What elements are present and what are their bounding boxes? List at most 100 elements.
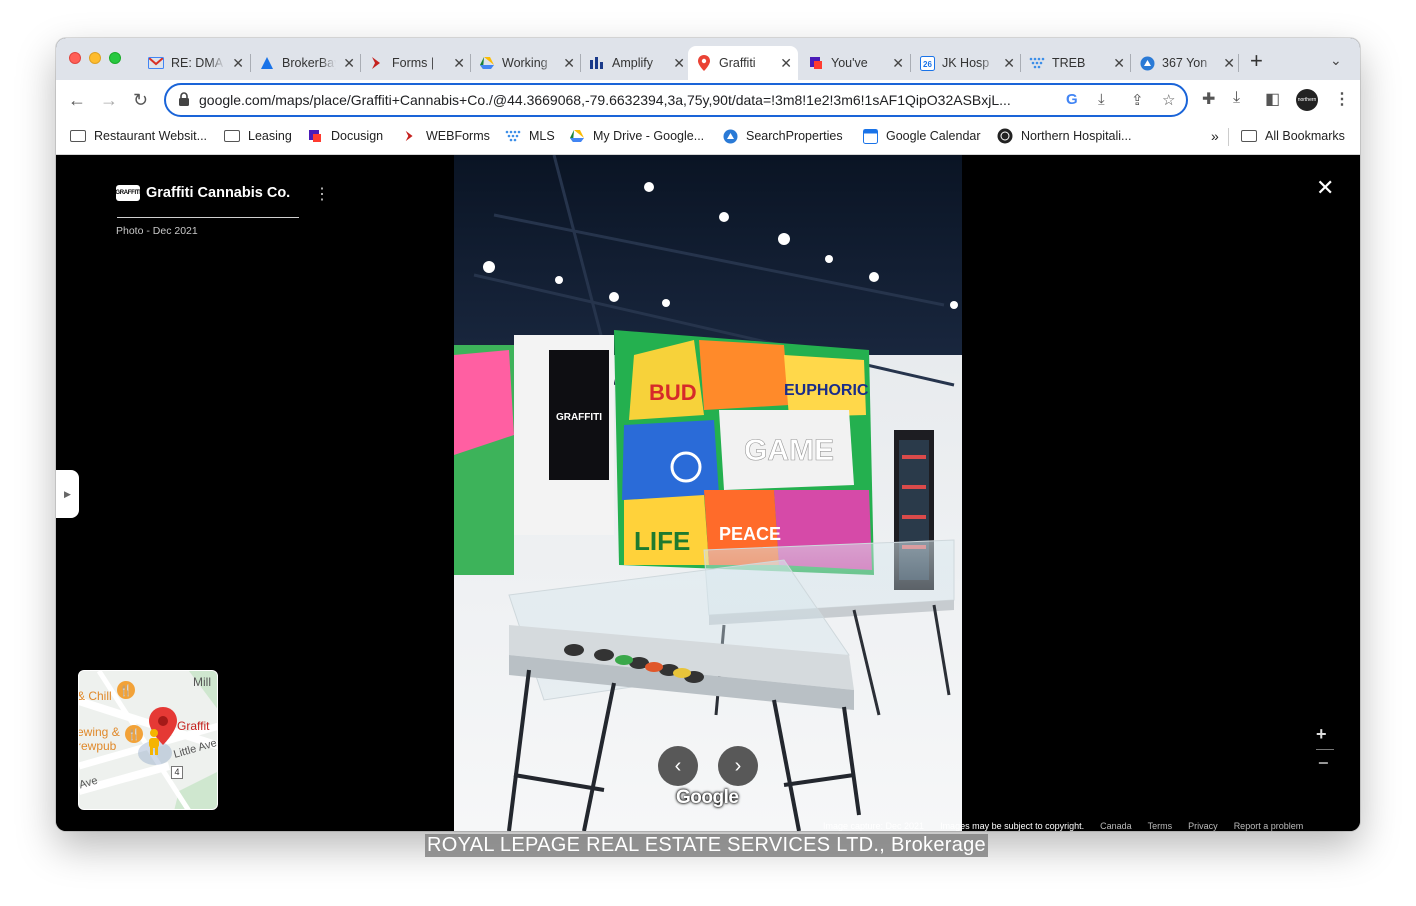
tab-working[interactable]: Working ✕: [471, 46, 581, 80]
copyright-notice: Images may be subject to copyright.: [940, 821, 1085, 831]
brokerbay-icon: [259, 55, 275, 71]
tab-close-icon[interactable]: ✕: [673, 55, 685, 71]
bookmark-mls[interactable]: MLS: [505, 129, 555, 143]
searchproperties-icon: [1139, 55, 1155, 71]
zoom-divider: [1316, 749, 1334, 750]
tab-close-icon[interactable]: ✕: [1003, 55, 1015, 71]
brewpub-pin-icon[interactable]: 🍴: [125, 725, 143, 743]
url-text[interactable]: google.com/maps/place/Graffiti+Cannabis+…: [199, 92, 1054, 108]
webforms-icon: [369, 55, 385, 71]
privacy-link[interactable]: Privacy: [1188, 821, 1218, 831]
address-bar[interactable]: google.com/maps/place/Graffiti+Cannabis+…: [164, 83, 1188, 117]
map-label-graffiti: Graffit: [177, 719, 210, 733]
tab-close-icon[interactable]: ✕: [1223, 55, 1235, 71]
photo-illustration: GRAFFITI BUD EUPHORIC GAME LIFE PEACE: [454, 155, 962, 831]
tab-close-icon[interactable]: ✕: [780, 55, 792, 71]
tab-title: RE: DMA: [171, 56, 224, 70]
tab-gmail[interactable]: RE: DMA ✕: [140, 46, 250, 80]
bookmarks-overflow-button[interactable]: »: [1211, 128, 1219, 144]
next-photo-button[interactable]: ›: [718, 746, 758, 786]
forward-arrow-icon[interactable]: →: [100, 89, 118, 111]
lock-icon[interactable]: [178, 92, 190, 106]
tab-close-icon[interactable]: ✕: [232, 55, 244, 71]
restaurant-pin-icon[interactable]: 🍴: [117, 681, 135, 699]
tab-search-chevron-icon[interactable]: ⌄: [1330, 52, 1342, 69]
install-app-icon[interactable]: ⤓: [1098, 91, 1105, 108]
svg-text:LIFE: LIFE: [634, 526, 690, 556]
maximize-window-button[interactable]: [109, 52, 121, 64]
bookmark-northern-hospitality[interactable]: Northern Hospitali...: [997, 128, 1131, 144]
bookmark-leasing[interactable]: Leasing: [224, 129, 292, 143]
all-bookmarks-button[interactable]: All Bookmarks: [1241, 129, 1345, 143]
google-logo: Google: [676, 787, 739, 808]
tab-jk-hosp[interactable]: 26 JK Hosp ✕: [911, 46, 1021, 80]
bookmark-docusign[interactable]: Docusign: [307, 129, 383, 143]
zoom-out-button[interactable]: −: [1318, 753, 1329, 774]
google-drive-icon: [569, 129, 585, 143]
back-arrow-icon[interactable]: ←: [68, 89, 86, 111]
previous-photo-button[interactable]: ‹: [658, 746, 698, 786]
store-interior-photo[interactable]: GRAFFITI BUD EUPHORIC GAME LIFE PEACE: [454, 155, 962, 831]
tab-close-icon[interactable]: ✕: [453, 55, 465, 71]
gmail-icon: [148, 55, 164, 71]
country-link[interactable]: Canada: [1100, 821, 1132, 831]
close-viewer-button[interactable]: ✕: [1316, 177, 1334, 199]
bookmark-star-icon[interactable]: ☆: [1162, 91, 1175, 109]
tab-close-icon[interactable]: ✕: [892, 55, 904, 71]
tab-youve[interactable]: You've ✕: [800, 46, 910, 80]
side-panel-icon[interactable]: ◧: [1265, 89, 1280, 109]
more-options-kebab-icon[interactable]: ⋮: [314, 187, 330, 203]
google-lens-icon[interactable]: G: [1066, 91, 1078, 108]
bookmark-label: SearchProperties: [746, 129, 843, 143]
folder-icon: [1241, 129, 1257, 143]
browser-menu-kebab-icon[interactable]: ⋮: [1334, 89, 1350, 109]
bookmark-label: Docusign: [331, 129, 384, 143]
tab-close-icon[interactable]: ✕: [343, 55, 355, 71]
tab-amplify[interactable]: Amplify ✕: [581, 46, 691, 80]
report-problem-link[interactable]: Report a problem: [1234, 821, 1304, 831]
bookmark-label: Restaurant Websit...: [94, 129, 208, 143]
chevron-right-icon: ›: [734, 754, 742, 777]
extensions-puzzle-icon[interactable]: ✚: [1202, 89, 1215, 109]
bookmark-google-calendar[interactable]: Google Calendar: [862, 128, 981, 144]
tab-forms[interactable]: Forms | ✕: [361, 46, 471, 80]
bookmark-my-drive[interactable]: My Drive - Google...: [569, 129, 704, 143]
all-bookmarks-label: All Bookmarks: [1265, 129, 1345, 143]
tab-treb[interactable]: TREB ✕: [1021, 46, 1131, 80]
reload-icon[interactable]: ↻: [133, 89, 148, 111]
photo-viewer: GRAFFITI Graffiti Cannabis Co. ⋮ Photo -…: [56, 155, 1360, 831]
tab-close-icon[interactable]: ✕: [563, 55, 575, 71]
svg-text:26: 26: [923, 60, 932, 69]
share-icon[interactable]: ⇪: [1131, 91, 1144, 109]
minimap[interactable]: & Chill 🍴 Mill Graffit ewing & rewpub 🍴 …: [78, 670, 218, 810]
place-name[interactable]: Graffiti Cannabis Co.: [146, 185, 290, 201]
bookmark-searchproperties[interactable]: SearchProperties: [722, 129, 843, 143]
northern-icon: [997, 128, 1013, 144]
map-label-mill: Mill: [193, 675, 211, 689]
zoom-in-button[interactable]: +: [1316, 724, 1327, 745]
bookmark-restaurant-websites[interactable]: Restaurant Websit...: [70, 129, 207, 143]
profile-avatar[interactable]: northern: [1296, 89, 1318, 111]
place-header[interactable]: GRAFFITI Graffiti Cannabis Co.: [115, 185, 290, 201]
browser-toolbar: ← → ↻ google.com/maps/place/Graffiti+Can…: [56, 80, 1360, 120]
searchproperties-icon: [722, 129, 738, 143]
tab-google-maps[interactable]: Graffiti ✕: [688, 46, 798, 80]
title-divider: [117, 217, 299, 218]
tab-brokerbay[interactable]: BrokerBay ✕: [251, 46, 361, 80]
bookmark-label: WEBForms: [426, 129, 490, 143]
svg-text:EUPHORIC: EUPHORIC: [784, 382, 869, 399]
tab-title: Graffiti: [719, 56, 756, 70]
tab-close-icon[interactable]: ✕: [1113, 55, 1125, 71]
map-label-chill: & Chill: [78, 689, 112, 703]
new-tab-button[interactable]: +: [1250, 50, 1263, 72]
mls-icon: [505, 129, 521, 143]
downloads-icon[interactable]: ⤓: [1233, 89, 1240, 107]
terms-link[interactable]: Terms: [1148, 821, 1173, 831]
expand-panel-button[interactable]: ▶: [56, 470, 79, 518]
close-window-button[interactable]: [69, 52, 81, 64]
pegman-icon[interactable]: [147, 729, 161, 755]
bookmark-webforms[interactable]: WEBForms: [402, 129, 490, 143]
minimize-window-button[interactable]: [89, 52, 101, 64]
tab-367-yonge[interactable]: 367 Yon ✕: [1131, 46, 1241, 80]
tab-strip: RE: DMA ✕ BrokerBay ✕ Forms | ✕ Working …: [56, 38, 1360, 80]
